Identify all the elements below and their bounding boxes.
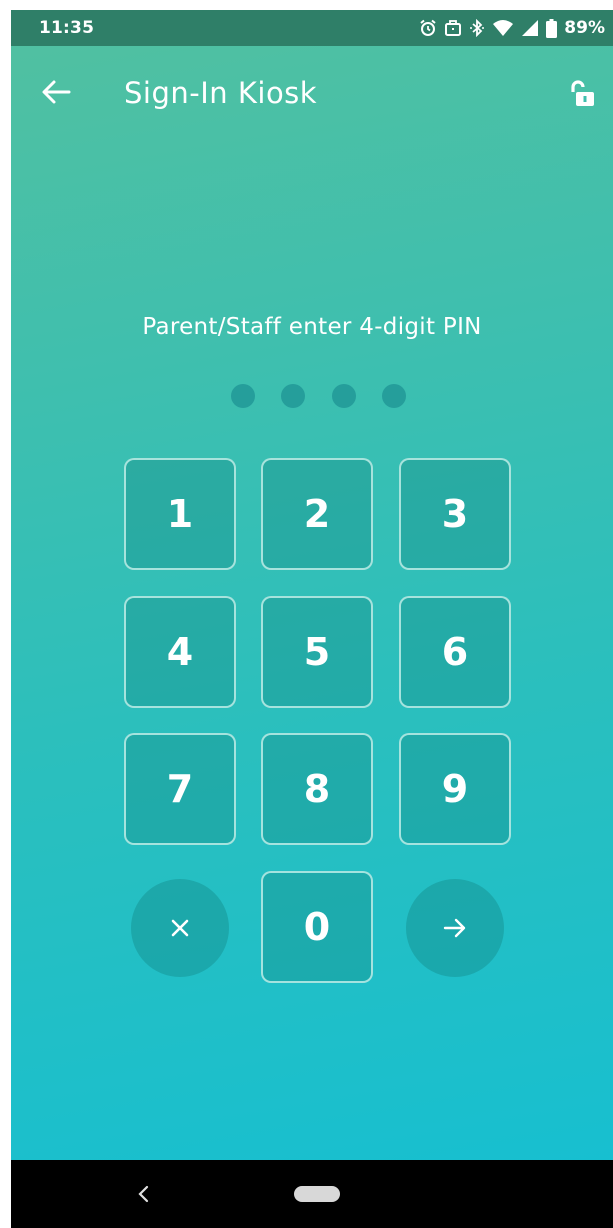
key-7[interactable]: 7 xyxy=(124,733,236,845)
system-nav-bar xyxy=(11,1160,613,1228)
pin-prompt: Parent/Staff enter 4-digit PIN xyxy=(142,314,482,340)
arrow-right-icon xyxy=(443,918,466,938)
unlock-button[interactable] xyxy=(563,76,603,112)
key-6[interactable]: 6 xyxy=(399,596,511,708)
clear-button[interactable] xyxy=(131,879,229,977)
key-4[interactable]: 4 xyxy=(124,596,236,708)
pin-dot xyxy=(331,384,356,408)
back-button[interactable] xyxy=(35,72,77,112)
wifi-icon xyxy=(493,20,514,36)
alarm-icon xyxy=(420,19,436,36)
work-profile-icon xyxy=(445,20,462,36)
phone-screen: 11:35 89% Sign-In Kiosk Parent/Staff ent… xyxy=(11,10,613,1228)
battery-percentage: 89% xyxy=(564,18,605,38)
status-icons: 89% xyxy=(419,18,605,38)
key-1[interactable]: 1 xyxy=(124,458,236,570)
battery-icon xyxy=(546,18,558,38)
key-0[interactable]: 0 xyxy=(261,871,373,983)
bluetooth-icon xyxy=(470,19,485,37)
pin-dot xyxy=(231,384,255,408)
kiosk-screen: 11:35 89% Sign-In Kiosk Parent/Staff ent… xyxy=(11,10,613,1160)
close-icon xyxy=(171,919,189,937)
key-8[interactable]: 8 xyxy=(261,733,373,845)
key-9[interactable]: 9 xyxy=(399,733,511,845)
status-bar: 11:35 89% xyxy=(11,10,613,46)
app-bar: Sign-In Kiosk xyxy=(11,46,613,138)
submit-button[interactable] xyxy=(406,879,504,977)
page-title: Sign-In Kiosk xyxy=(124,76,318,110)
status-time: 11:35 xyxy=(39,18,95,38)
key-2[interactable]: 2 xyxy=(261,458,373,570)
pin-dot xyxy=(281,384,306,408)
nav-home-pill[interactable] xyxy=(294,1186,340,1202)
unlock-icon xyxy=(571,80,594,106)
nav-back-icon[interactable] xyxy=(137,1184,151,1204)
pin-dot xyxy=(381,384,406,408)
arrow-left-icon xyxy=(42,80,71,104)
key-3[interactable]: 3 xyxy=(399,458,511,570)
key-5[interactable]: 5 xyxy=(261,596,373,708)
signal-icon xyxy=(522,20,539,36)
pin-indicator xyxy=(231,384,406,408)
